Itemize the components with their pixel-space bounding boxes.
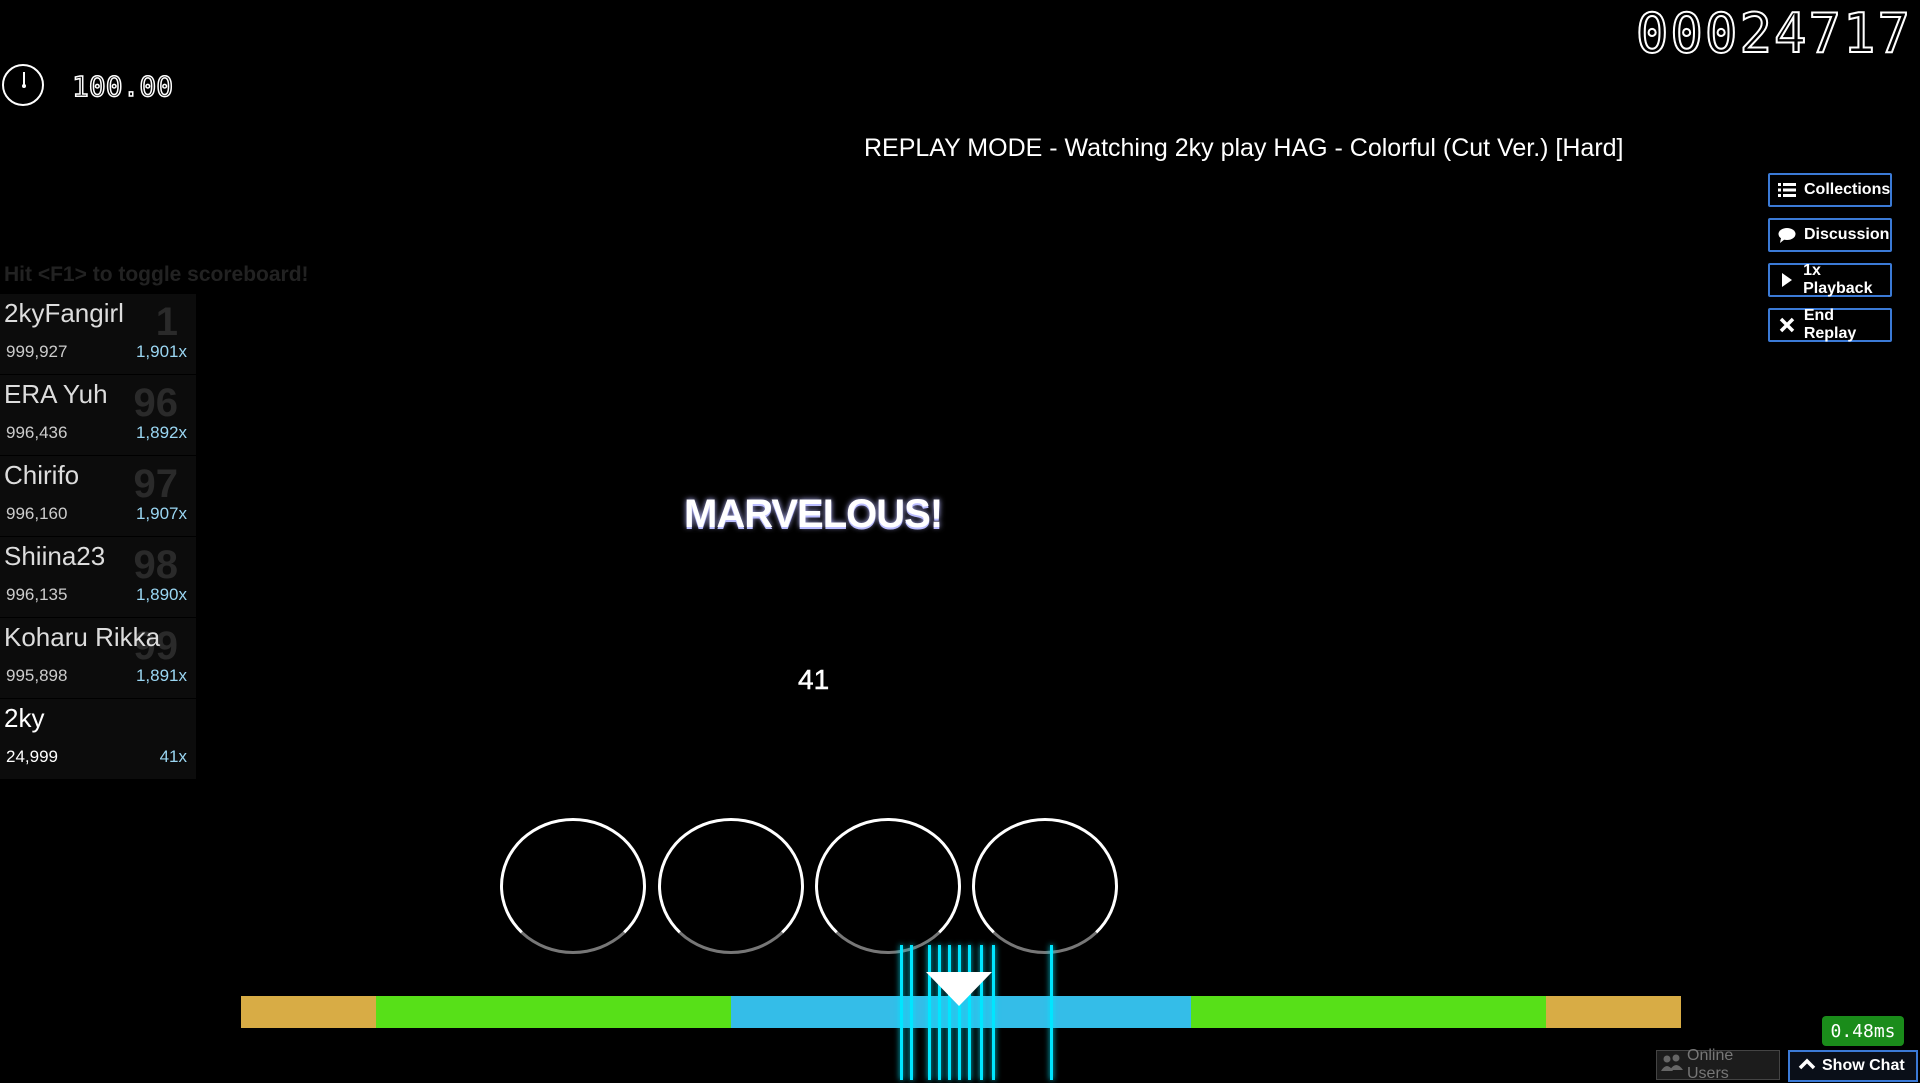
scoreboard-player-name: ERA Yuh xyxy=(4,379,108,409)
chevron-up-icon xyxy=(1798,1057,1816,1075)
lane-receptor-2 xyxy=(658,818,804,954)
scoreboard-combo: 1,907x xyxy=(135,504,187,523)
hit-error-tick xyxy=(928,945,931,1080)
collections-label: Collections xyxy=(1804,181,1891,198)
end-replay-label: End Replay xyxy=(1803,307,1857,342)
scoreboard-player-name: Chirifo xyxy=(4,460,80,490)
hit-error-tick xyxy=(992,945,995,1080)
playback-speed-label: 1x Playback xyxy=(1803,262,1873,297)
scoreboard-combo: 1,891x xyxy=(135,666,187,685)
scoreboard-score: 996,135 xyxy=(6,585,68,604)
score-counter: 00024717 xyxy=(1635,2,1912,65)
lane-receptor-4 xyxy=(972,818,1118,954)
song-progress-timer-icon xyxy=(2,64,44,106)
scoreboard-rank: 98 xyxy=(133,543,179,587)
close-icon xyxy=(1778,317,1796,333)
scoreboard-player-name: Shiina23 xyxy=(4,541,106,571)
hit-window-middle-left xyxy=(376,996,731,1028)
scoreboard-entry: 96 ERA Yuh 996,436 1,892x xyxy=(0,375,196,455)
hit-error-tick xyxy=(900,945,903,1080)
scoreboard-score: 999,927 xyxy=(6,342,68,361)
combo-counter: 41 xyxy=(798,664,830,696)
collections-button[interactable]: Collections xyxy=(1768,173,1892,207)
play-icon xyxy=(1778,272,1795,288)
scoreboard-combo: 1,901x xyxy=(135,342,187,361)
lane-receptor-3 xyxy=(815,818,961,954)
hit-error-tick xyxy=(968,945,971,1080)
scoreboard-entry: 99 Koharu Rikka 995,898 1,891x xyxy=(0,618,196,698)
scoreboard-entry: 98 Shiina23 996,135 1,890x xyxy=(0,537,196,617)
hit-window-middle-right xyxy=(1191,996,1546,1028)
hit-error-tick xyxy=(1050,945,1053,1080)
scoreboard-score: 24,999 xyxy=(6,747,58,766)
scoreboard-score: 995,898 xyxy=(6,666,68,685)
hit-window-outer-right xyxy=(1546,996,1681,1028)
lane-receptor-1 xyxy=(500,818,646,954)
hit-error-tick xyxy=(958,945,961,1080)
scoreboard-player-name: Koharu Rikka xyxy=(4,622,161,652)
scoreboard-player-name: 2ky xyxy=(4,703,45,733)
hit-error-tick xyxy=(948,945,951,1080)
list-icon xyxy=(1778,182,1796,198)
scoreboard-combo: 1,892x xyxy=(135,423,187,442)
hit-judgement-text: MARVELOUS! xyxy=(684,492,943,536)
discussion-button[interactable]: Discussion xyxy=(1768,218,1892,252)
online-users-label: Online Users xyxy=(1687,1047,1734,1082)
hit-error-tick xyxy=(910,945,913,1080)
scoreboard-entry: 97 Chirifo 996,160 1,907x xyxy=(0,456,196,536)
show-chat-label: Show Chat xyxy=(1822,1057,1905,1074)
users-icon xyxy=(1661,1054,1683,1077)
online-users-button[interactable]: Online Users xyxy=(1656,1047,1780,1082)
hit-error-tick xyxy=(980,945,983,1080)
playback-speed-button[interactable]: 1x Playback xyxy=(1768,262,1892,297)
hit-error-tick xyxy=(938,945,941,1080)
scoreboard-combo: 41x xyxy=(159,747,187,766)
replay-title: REPLAY MODE - Watching 2ky play HAG - Co… xyxy=(864,134,1624,162)
end-replay-button[interactable]: End Replay xyxy=(1768,307,1892,342)
average-error-arrow-icon xyxy=(926,972,992,1006)
chat-bubble-icon xyxy=(1778,227,1796,243)
scoreboard-combo: 1,890x xyxy=(135,585,187,604)
hit-window-outer-left xyxy=(241,996,376,1028)
accuracy-display: 100.00 xyxy=(71,69,174,104)
scoreboard-hint: Hit <F1> to toggle scoreboard! xyxy=(4,263,309,286)
scoreboard-rank: 96 xyxy=(133,381,179,425)
scoreboard-entry-current-player: 2ky 24,999 41x xyxy=(0,699,196,779)
scoreboard-rank: 1 xyxy=(155,300,178,344)
scoreboard-rank: 97 xyxy=(133,462,179,506)
scoreboard-score: 996,436 xyxy=(6,423,68,442)
scoreboard-player-name: 2kyFangirl xyxy=(4,298,124,328)
show-chat-button[interactable]: Show Chat xyxy=(1788,1050,1918,1082)
scoreboard-score: 996,160 xyxy=(6,504,68,523)
scoreboard-entry: 1 2kyFangirl 999,927 1,901x xyxy=(0,294,196,374)
discussion-label: Discussion xyxy=(1804,226,1890,243)
latency-indicator: 0.48ms xyxy=(1822,1016,1904,1046)
